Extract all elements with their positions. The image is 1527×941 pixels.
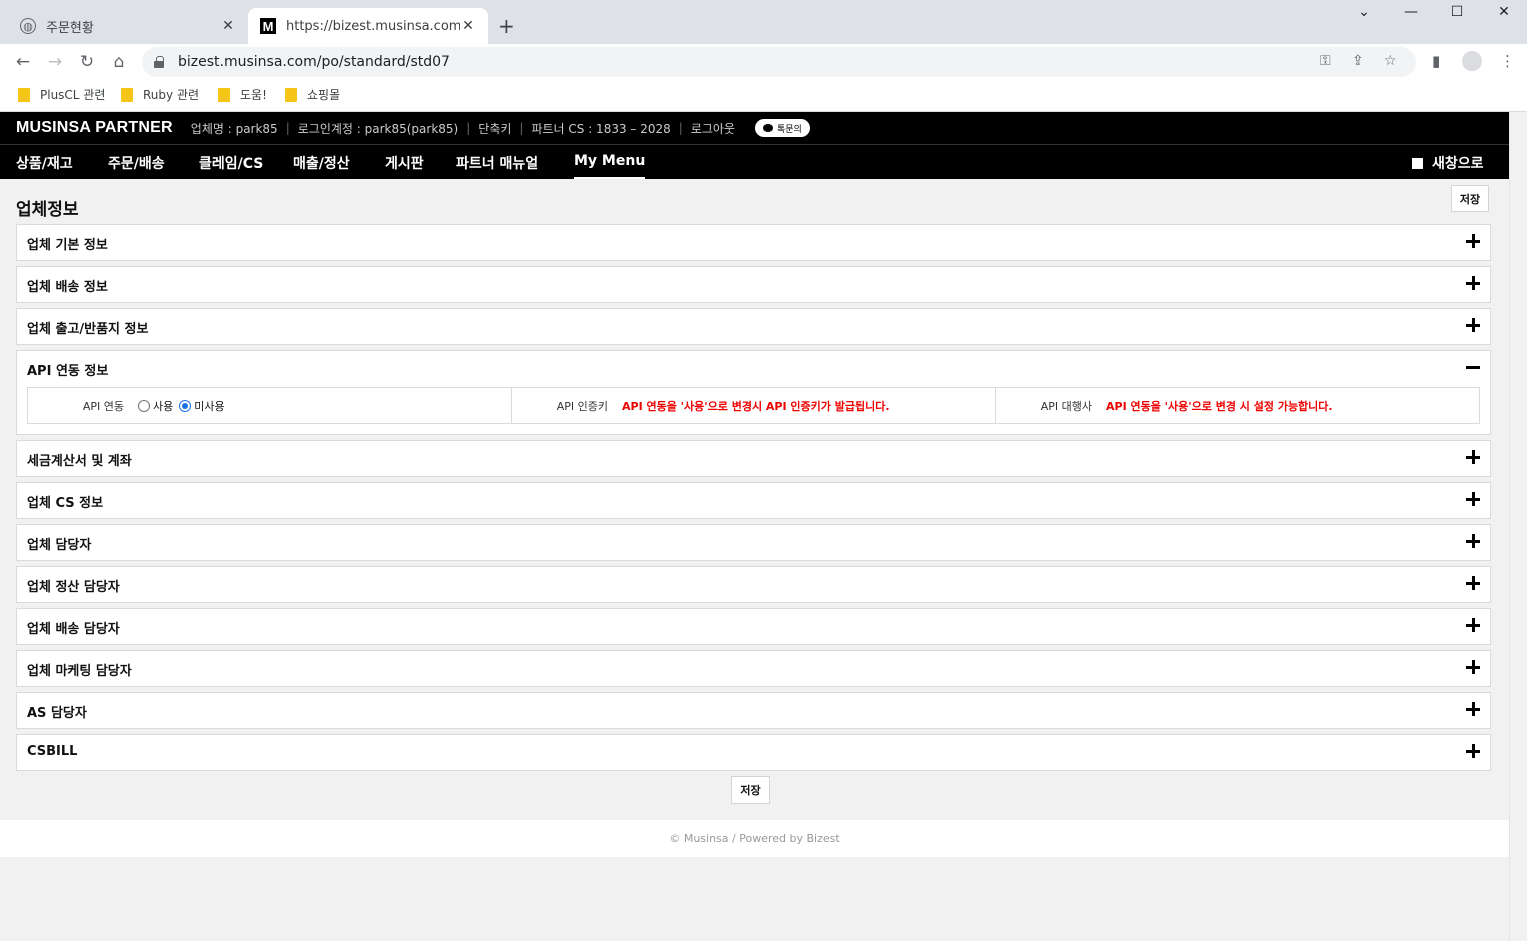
new-window-toggle[interactable]: 새창으로	[1412, 153, 1484, 173]
key-icon[interactable]: ⚿	[1320, 53, 1331, 69]
api-settings-row: API 연동 사용 미사용 API 인증키 API 연동을 '사용'으로 변경시…	[27, 387, 1480, 424]
api-use-radio[interactable]: 사용	[138, 398, 173, 414]
login-account: 로그인계정 : park85(park85)	[297, 121, 459, 136]
panel-basic-info[interactable]: 업체 기본 정보	[16, 224, 1491, 261]
main-nav: 상품/재고 주문/배송 클레임/CS 매출/정산 게시판 파트너 매뉴얼 My …	[0, 144, 1509, 179]
panel-as-manager[interactable]: AS 담당자	[16, 692, 1491, 729]
home-icon[interactable]: ⌂	[107, 50, 131, 74]
folder-icon	[121, 87, 133, 102]
panel-cs-info[interactable]: 업체 CS 정보	[16, 482, 1491, 519]
bookmark-item[interactable]: Ruby 관련	[121, 86, 199, 103]
footer: © Musinsa / Powered by Bizest	[0, 820, 1509, 857]
api-agency-notice: API 연동을 '사용'으로 변경 시 설정 가능합니다.	[1106, 399, 1333, 413]
api-key-notice: API 연동을 '사용'으로 변경시 API 인증키가 발급됩니다.	[622, 399, 890, 413]
nav-item-my-menu[interactable]: My Menu	[574, 153, 646, 179]
bookmark-item[interactable]: 도움!	[218, 86, 267, 103]
nav-item-sales[interactable]: 매출/정산	[293, 153, 350, 173]
panel-marketing-manager[interactable]: 업체 마케팅 담당자	[16, 650, 1491, 687]
share-icon[interactable]: ⇪	[1352, 53, 1364, 69]
close-icon[interactable]: ✕	[460, 18, 476, 34]
bookmark-item[interactable]: PlusCL 관련	[18, 86, 105, 103]
plus-icon[interactable]	[1466, 276, 1480, 290]
forward-icon[interactable]: →	[43, 50, 67, 74]
plus-icon[interactable]	[1466, 660, 1480, 674]
brand-logo[interactable]: MUSINSA PARTNER	[16, 119, 173, 137]
site-header: MUSINSA PARTNER 업체명 : park85 | 로그인계정 : p…	[0, 112, 1509, 144]
api-agency-cell: API 대행사 API 연동을 '사용'으로 변경 시 설정 가능합니다.	[1040, 399, 1333, 413]
new-window-checkbox[interactable]	[1412, 157, 1423, 169]
browser-tab-active[interactable]: M https://bizest.musinsa.com/po/s ✕	[248, 8, 488, 44]
bookmark-star-icon[interactable]: ☆	[1384, 53, 1397, 69]
reload-icon[interactable]: ↻	[75, 50, 99, 74]
plus-icon[interactable]	[1466, 618, 1480, 632]
lock-icon	[154, 56, 164, 68]
minimize-icon[interactable]: —	[1388, 4, 1434, 20]
api-nouse-radio[interactable]: 미사용	[179, 398, 225, 414]
save-button-bottom[interactable]: 저장	[731, 776, 770, 804]
folder-icon	[285, 87, 297, 102]
nav-item-manual[interactable]: 파트너 매뉴얼	[456, 153, 538, 173]
panel-tax-account[interactable]: 세금계산서 및 계좌	[16, 440, 1491, 477]
plus-icon[interactable]	[1466, 744, 1480, 758]
tab-title: 주문현황	[46, 20, 94, 36]
maximize-icon[interactable]: ☐	[1434, 4, 1480, 20]
browser-toolbar: ← → ↻ ⌂ bizest.musinsa.com/po/standard/s…	[0, 44, 1527, 80]
chat-bubble-icon	[762, 124, 773, 132]
nav-item-products[interactable]: 상품/재고	[16, 153, 73, 173]
shortcut-link[interactable]: 단축키	[478, 120, 511, 137]
plus-icon[interactable]	[1466, 492, 1480, 506]
main-content: 업체정보 저장 업체 기본 정보 업체 배송 정보 업체 출고/반품지 정보 A…	[0, 179, 1509, 820]
folder-icon	[218, 87, 230, 102]
plus-icon[interactable]	[1466, 318, 1480, 332]
company-name: 업체명 : park85	[190, 121, 278, 136]
plus-icon[interactable]	[1466, 702, 1480, 716]
panel-settlement-manager[interactable]: 업체 정산 담당자	[16, 566, 1491, 603]
profile-avatar[interactable]	[1462, 51, 1482, 71]
plus-icon[interactable]	[1466, 576, 1480, 590]
close-icon[interactable]: ✕	[220, 18, 236, 34]
logout-link[interactable]: 로그아웃	[691, 120, 735, 137]
side-panel-icon[interactable]: ▮	[1432, 52, 1440, 70]
folder-icon	[18, 87, 30, 102]
page-title: 업체정보	[16, 200, 79, 220]
page-scrollbar[interactable]	[1509, 112, 1527, 941]
browser-tabstrip: ◍ 주문현황 ✕ M https://bizest.musinsa.com/po…	[0, 0, 1527, 44]
talk-inquiry-button[interactable]: 톡문의	[754, 119, 810, 137]
panel-csbill[interactable]: CSBILL	[16, 734, 1491, 771]
window-close-icon[interactable]: ✕	[1481, 4, 1527, 20]
globe-icon: ◍	[20, 18, 36, 34]
nav-item-board[interactable]: 게시판	[385, 153, 424, 173]
plus-icon[interactable]	[1466, 450, 1480, 464]
tab-title: https://bizest.musinsa.com/po/s	[286, 18, 460, 34]
nav-item-orders[interactable]: 주문/배송	[108, 153, 165, 173]
minus-icon[interactable]	[1466, 360, 1480, 374]
back-icon[interactable]: ←	[11, 50, 35, 74]
panel-manager[interactable]: 업체 담당자	[16, 524, 1491, 561]
tab-search-icon[interactable]: ⌄	[1341, 4, 1387, 20]
new-tab-icon[interactable]: +	[498, 14, 515, 38]
nav-item-claims[interactable]: 클레임/CS	[199, 153, 263, 173]
menu-kebab-icon[interactable]: ⋮	[1500, 52, 1515, 70]
api-key-cell: API 인증키 API 연동을 '사용'으로 변경시 API 인증키가 발급됩니…	[512, 388, 996, 423]
browser-tab[interactable]: ◍ 주문현황 ✕	[8, 8, 248, 44]
save-button-top[interactable]: 저장	[1451, 185, 1489, 212]
header-meta: 업체명 : park85 | 로그인계정 : park85(park85) | …	[190, 120, 735, 137]
address-bar[interactable]: bizest.musinsa.com/po/standard/std07 ⚿ ⇪…	[142, 47, 1416, 77]
panel-return-address[interactable]: 업체 출고/반품지 정보	[16, 308, 1491, 345]
plus-icon[interactable]	[1466, 234, 1480, 248]
partner-cs: 파트너 CS : 1833 – 2028	[531, 121, 671, 136]
plus-icon[interactable]	[1466, 534, 1480, 548]
panel-shipping-manager[interactable]: 업체 배송 담당자	[16, 608, 1491, 645]
panel-api-info[interactable]: API 연동 정보 API 연동 사용 미사용 API 인증키 API 연동을 …	[16, 350, 1491, 435]
musinsa-logo-icon: M	[260, 18, 276, 34]
url-text: bizest.musinsa.com/po/standard/std07	[178, 54, 450, 70]
bookmark-item[interactable]: 쇼핑몰	[285, 86, 340, 103]
bookmarks-bar: PlusCL 관련 Ruby 관련 도움! 쇼핑몰	[0, 80, 1527, 112]
panel-shipping-info[interactable]: 업체 배송 정보	[16, 266, 1491, 303]
api-link-cell: API 연동 사용 미사용	[28, 388, 512, 423]
